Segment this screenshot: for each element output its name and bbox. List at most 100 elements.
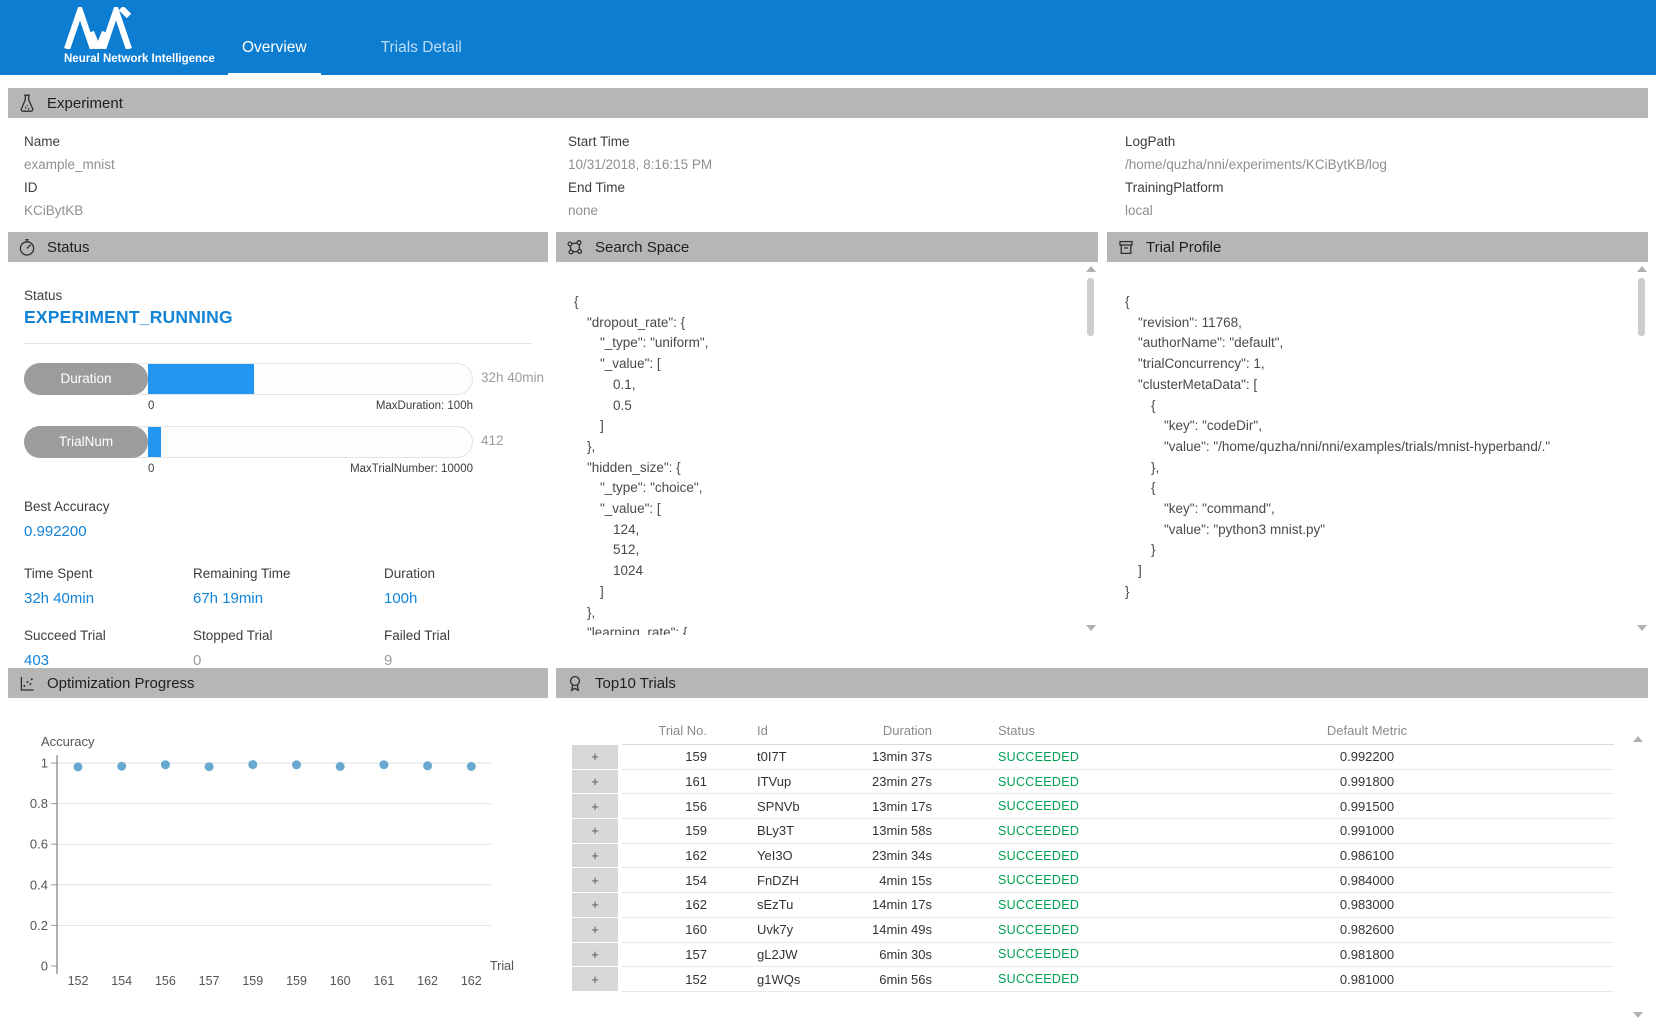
expand-row-button[interactable]: + <box>572 943 622 968</box>
expand-row-button[interactable]: + <box>572 819 622 844</box>
json-line: 1024 <box>574 561 1084 582</box>
scroll-down-icon[interactable] <box>1633 1012 1643 1018</box>
trial-profile-scrollbar[interactable] <box>1636 266 1647 631</box>
expand-row-button[interactable]: + <box>572 794 622 819</box>
experiment-section-header: Experiment <box>8 88 1648 118</box>
json-line: ] <box>1125 561 1634 582</box>
tab-overview[interactable]: Overview <box>228 0 321 75</box>
accuracy-scatter-chart: Accuracy00.20.40.60.81152154156157159159… <box>8 698 548 1030</box>
scroll-up-icon[interactable] <box>1086 266 1096 272</box>
cell-duration: 23min 27s <box>872 770 937 795</box>
json-line: "authorName": "default", <box>1125 333 1634 354</box>
scrollbar-thumb[interactable] <box>1087 278 1094 336</box>
stat-label: Time Spent <box>24 562 193 585</box>
expand-row-button[interactable]: + <box>572 868 622 893</box>
best-accuracy-value: 0.992200 <box>24 523 548 540</box>
cell-default-metric: 0.982600 <box>1167 918 1567 943</box>
json-line: 512, <box>574 540 1084 561</box>
stat-failed-trial: Failed Trial9 <box>384 624 548 669</box>
json-line: "_type": "uniform", <box>574 333 1084 354</box>
scroll-up-icon[interactable] <box>1637 266 1647 272</box>
scrollbar-thumb[interactable] <box>1638 278 1645 336</box>
trial-profile-section-header: Trial Profile <box>1107 232 1648 262</box>
cell-default-metric: 0.983000 <box>1167 893 1567 918</box>
x-tick-label: 154 <box>111 974 132 988</box>
json-line: 0.5 <box>574 396 1084 417</box>
y-tick-label: 0.4 <box>30 877 48 892</box>
tab-trials-detail[interactable]: Trials Detail <box>367 0 476 75</box>
cell-default-metric: 0.991000 <box>1167 819 1567 844</box>
cell-trial-no: 154 <box>622 868 712 893</box>
scroll-down-icon[interactable] <box>1086 625 1096 631</box>
expand-row-button[interactable]: + <box>572 844 622 869</box>
cell-filler <box>1567 868 1614 893</box>
cell-default-metric: 0.981800 <box>1167 943 1567 968</box>
expand-row-button[interactable]: + <box>572 893 622 918</box>
cell-filler <box>1567 745 1614 770</box>
expand-row-button[interactable]: + <box>572 770 622 795</box>
search-space-scrollbar[interactable] <box>1085 266 1096 631</box>
nav-tabs: Overview Trials Detail <box>228 0 476 75</box>
x-tick-label: 160 <box>330 974 351 988</box>
progress-min-label: 0 <box>148 463 154 475</box>
data-point <box>423 761 432 770</box>
data-point <box>161 760 170 769</box>
cell-trial-no: 159 <box>622 819 712 844</box>
archive-box-icon <box>1117 238 1135 257</box>
status-label: Status <box>24 288 548 303</box>
progress-trialnum: TrialNum4120MaxTrialNumber: 10000 <box>24 426 548 475</box>
cell-trial-no: 157 <box>622 943 712 968</box>
field-label-logpath: LogPath <box>1125 130 1387 153</box>
cell-status: SUCCEEDED <box>937 844 1167 869</box>
cell-id: sEzTu <box>712 893 872 918</box>
stat-label: Remaining Time <box>193 562 384 585</box>
stat-label: Stopped Trial <box>193 624 384 647</box>
cell-duration: 23min 34s <box>872 844 937 869</box>
data-point <box>336 762 345 771</box>
cell-status: SUCCEEDED <box>937 918 1167 943</box>
optimization-section-header: Optimization Progress <box>8 668 548 698</box>
stat-duration: Duration100h <box>384 562 548 607</box>
stat-value: 9 <box>384 652 548 669</box>
stat-value: 32h 40min <box>24 590 193 607</box>
expand-row-button[interactable]: + <box>572 967 622 992</box>
table-row: +162YeI3O23min 34sSUCCEEDED0.986100 <box>572 844 1614 869</box>
expand-row-button[interactable]: + <box>572 918 622 943</box>
trial-profile-json: {"revision": 11768,"authorName": "defaul… <box>1107 262 1648 635</box>
progress-current-value: 32h 40min <box>481 370 544 385</box>
scroll-down-icon[interactable] <box>1637 625 1647 631</box>
field-value-end-time: none <box>568 199 712 222</box>
cell-default-metric: 0.984000 <box>1167 868 1567 893</box>
table-row: +156SPNVb13min 17sSUCCEEDED0.991500 <box>572 794 1614 819</box>
scroll-up-icon[interactable] <box>1633 736 1643 742</box>
cell-duration: 13min 58s <box>872 819 937 844</box>
search-space-json: {"dropout_rate": {"_type": "uniform","_v… <box>556 262 1098 635</box>
best-accuracy-label: Best Accuracy <box>24 495 548 518</box>
data-point <box>379 760 388 769</box>
json-line: "_value": [ <box>574 499 1084 520</box>
json-line: } <box>1125 540 1634 561</box>
cell-id: Uvk7y <box>712 918 872 943</box>
json-line: "learning_rate": { <box>574 623 1084 635</box>
expand-row-button[interactable]: + <box>572 745 622 770</box>
field-value-id: KCiBytKB <box>24 199 115 222</box>
field-label-start-time: Start Time <box>568 130 712 153</box>
table-row: +161ITVup23min 27sSUCCEEDED0.991800 <box>572 770 1614 795</box>
cell-duration: 14min 17s <box>872 893 937 918</box>
progress-fill <box>148 427 161 457</box>
cell-trial-no: 160 <box>622 918 712 943</box>
stat-stopped-trial: Stopped Trial0 <box>193 624 384 669</box>
cell-duration: 13min 17s <box>872 794 937 819</box>
json-line: "key": "codeDir", <box>1125 416 1634 437</box>
experiment-info-col3: LogPath/home/quzha/nni/experiments/KCiBy… <box>1125 130 1387 222</box>
y-tick-label: 0.2 <box>30 918 48 933</box>
top10-table: Trial No.IdDurationStatusDefault Metric+… <box>572 716 1614 992</box>
stat-value: 403 <box>24 652 193 669</box>
json-line: 0.1, <box>574 375 1084 396</box>
json-line: { <box>574 292 1084 313</box>
header-filler <box>1567 716 1614 745</box>
search-space-section-header: Search Space <box>556 232 1098 262</box>
experiment-status-value: EXPERIMENT_RUNNING <box>24 307 548 328</box>
cell-default-metric: 0.981000 <box>1167 967 1567 992</box>
json-line: { <box>1125 396 1634 417</box>
